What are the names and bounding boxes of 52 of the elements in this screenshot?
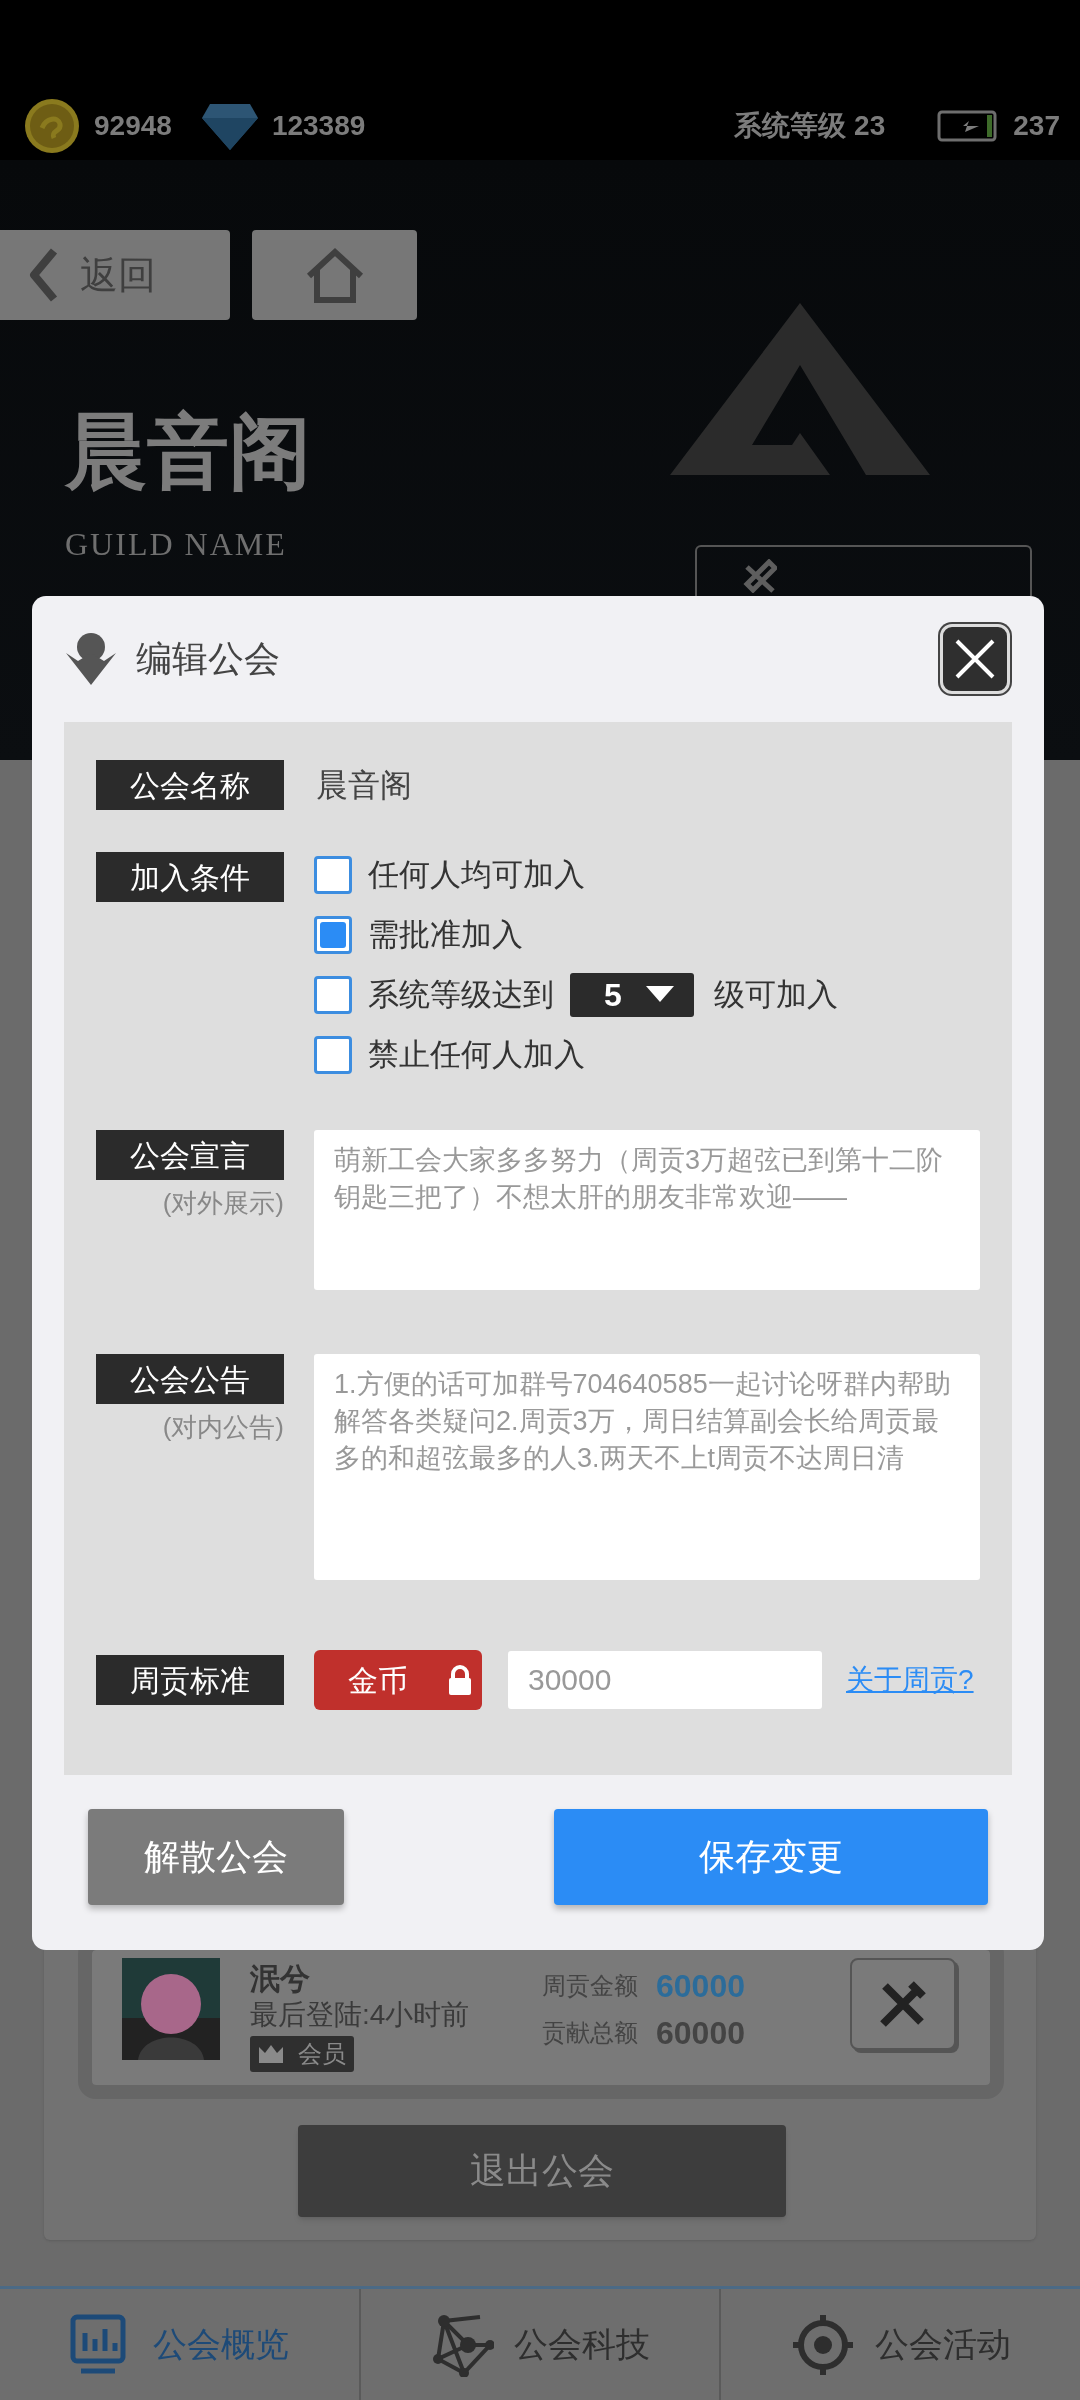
field-label: 周贡标准 — [96, 1655, 284, 1705]
weekly-amount-field[interactable]: 30000 — [508, 1651, 822, 1709]
wrench-icon — [743, 559, 777, 593]
checkbox[interactable] — [314, 1036, 352, 1074]
close-icon — [953, 637, 997, 681]
system-level: 系统等级 23 — [734, 109, 886, 143]
option-label: 禁止任何人加入 — [368, 1035, 585, 1074]
close-button[interactable] — [940, 624, 1010, 694]
option-label: 需批准加入 — [368, 915, 523, 954]
field-sublabel: (对外展示) — [161, 1187, 284, 1220]
about-weekly-link[interactable]: 关于周贡? — [846, 1659, 974, 1701]
checkbox[interactable] — [314, 856, 352, 894]
guild-name-caption: GUILD NAME — [65, 525, 287, 564]
member-settings-button[interactable] — [850, 1958, 956, 2050]
field-label: 公会公告 — [96, 1354, 284, 1404]
last-login-text: 最后登陆:4小时前 — [250, 1998, 470, 2032]
notice-field[interactable]: 1.方便的话可加群号704640585一起讨论呀群内帮助解答各类疑问2.周贡3万，周日结算副会长给周贡最多的和超弦最多的人3.两天不上t周贡不达周日清 — [314, 1354, 980, 1580]
field-label: 加入条件 — [96, 852, 284, 902]
checkbox[interactable] — [314, 976, 352, 1014]
checkbox[interactable] — [314, 916, 352, 954]
dialog-title: 编辑公会 — [136, 637, 280, 681]
option-label: 级可加入 — [714, 975, 838, 1014]
currency-selector[interactable]: 金币 — [314, 1650, 482, 1710]
option-label: 任何人均可加入 — [368, 855, 585, 894]
network-icon — [430, 2312, 494, 2377]
guild-name-value: 晨音阁 — [316, 766, 412, 805]
coin-amount: 92948 — [94, 109, 172, 143]
tab[interactable]: 公会活动 — [719, 2289, 1080, 2400]
field-label: 公会名称 — [96, 760, 284, 810]
dissolve-button[interactable]: 解散公会 — [88, 1809, 344, 1905]
level-dropdown[interactable]: 5 — [570, 973, 694, 1017]
field-sublabel: (对内公告) — [161, 1411, 284, 1444]
target-icon — [790, 2312, 855, 2377]
guild-name: 晨音阁 — [65, 410, 311, 492]
coin-icon — [24, 98, 80, 154]
field-label: 公会宣言 — [96, 1130, 284, 1180]
save-button[interactable]: 保存变更 — [554, 1809, 988, 1905]
member-name: 泯兮 — [250, 1961, 310, 1997]
home-button[interactable] — [252, 230, 417, 320]
tab[interactable]: 公会科技 — [358, 2289, 720, 2400]
option-label: 系统等级达到 — [368, 975, 554, 1014]
gem-amount: 123389 — [271, 109, 366, 143]
declaration-field[interactable]: 萌新工会大家多多努力（周贡3万超弦已到第十二阶钥匙三把了）不想太肝的朋友非常欢迎—— — [314, 1130, 980, 1290]
back-button[interactable]: 返回 — [0, 230, 230, 320]
tab[interactable]: 公会概览 — [0, 2289, 359, 2400]
energy-amount: 237 — [1013, 109, 1060, 143]
role-badge: 会员 — [250, 2036, 354, 2072]
caret-icon — [645, 986, 674, 1004]
stat-value: 60000 — [656, 1967, 745, 2006]
guild-badge-icon — [64, 631, 118, 687]
leave-guild-button[interactable]: 退出公会 — [298, 2125, 786, 2217]
crown-icon — [258, 2044, 284, 2064]
